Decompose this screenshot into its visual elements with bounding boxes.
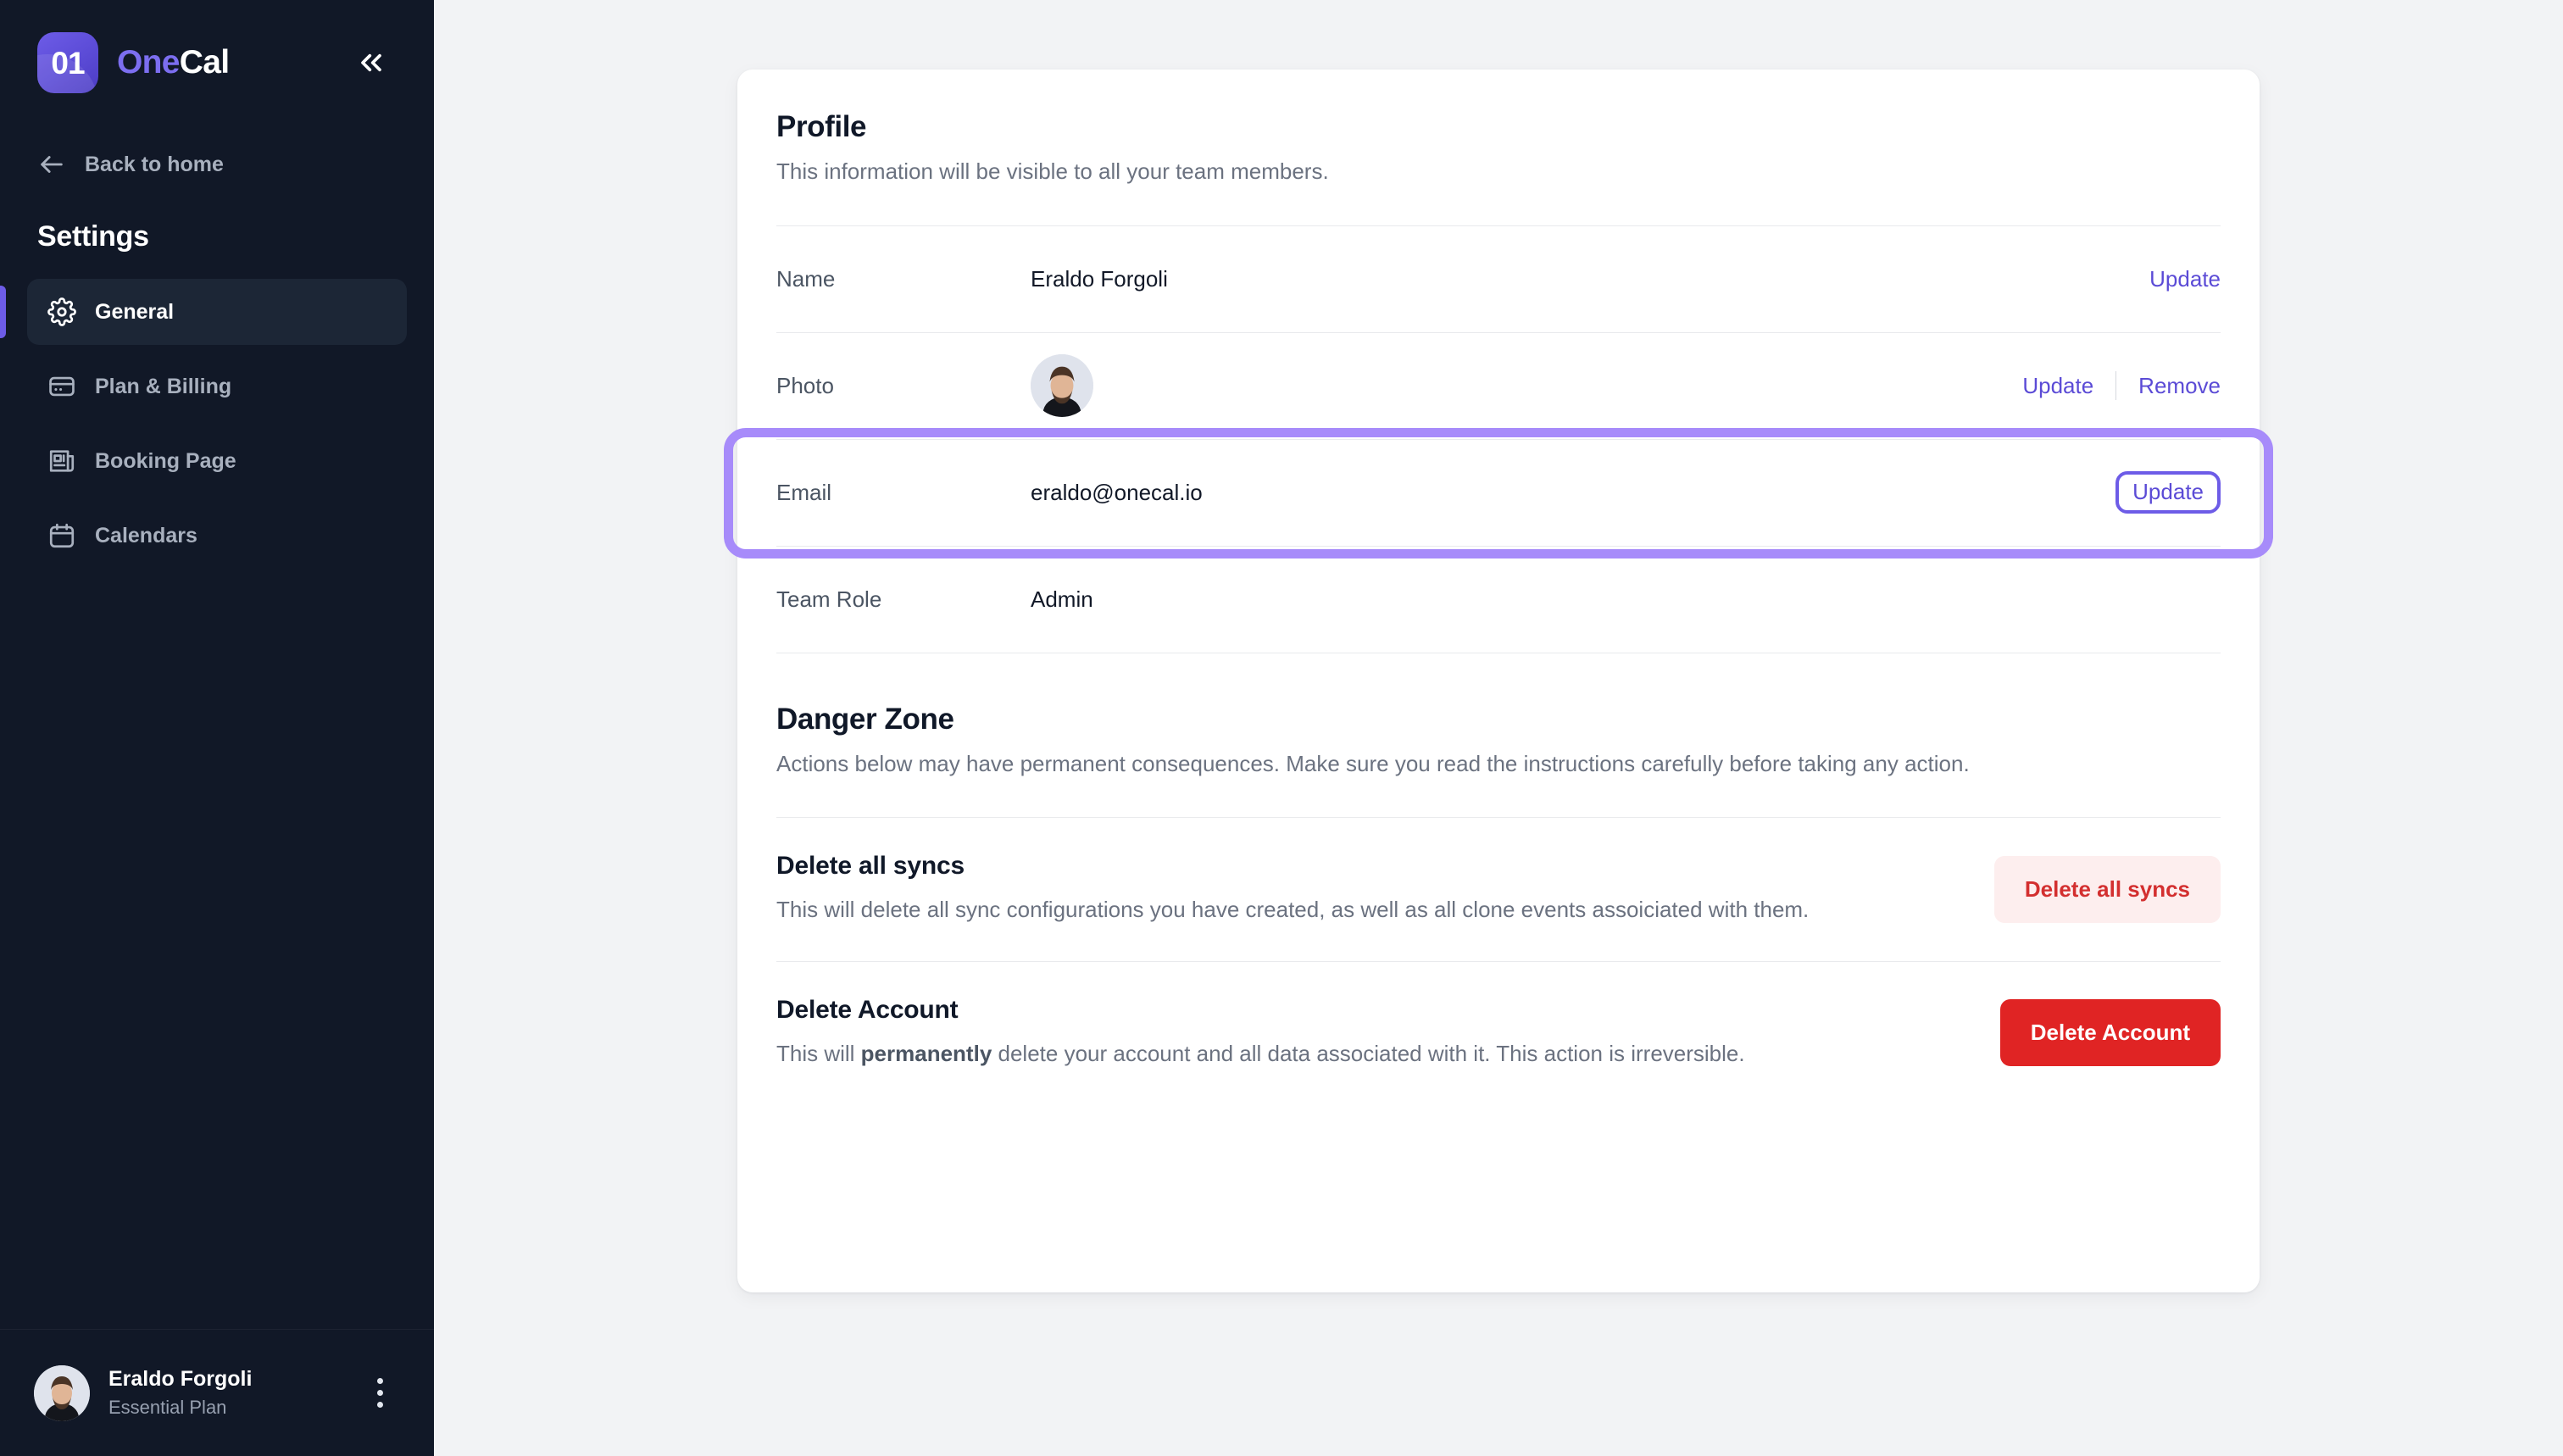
sidebar-collapse-button[interactable] — [346, 37, 397, 88]
delete-syncs-text: Delete all syncs This will delete all sy… — [776, 852, 1960, 926]
settings-nav: General Plan & Billing — [0, 279, 434, 569]
profile-row-name: Name Eraldo Forgoli Update — [776, 226, 2221, 333]
user-plan: Essential Plan — [108, 1397, 252, 1419]
sidebar-item-booking-page-label: Booking Page — [95, 449, 236, 474]
profile-section-header: Profile This information will be visible… — [776, 69, 2221, 188]
email-actions: Update — [2115, 471, 2221, 514]
onecal-logo-icon: 01 — [37, 32, 98, 93]
update-name-link[interactable]: Update — [2149, 266, 2221, 292]
kebab-dot — [377, 1378, 383, 1384]
remove-photo-link[interactable]: Remove — [2138, 373, 2221, 399]
profile-row-photo: Photo Update Remove — [776, 333, 2221, 440]
main-content: Profile This information will be visible… — [434, 0, 2563, 1456]
sidebar-item-booking-page[interactable]: Booking Page — [27, 428, 407, 494]
user-meta: Eraldo Forgoli Essential Plan — [108, 1367, 252, 1419]
settings-card: Profile This information will be visible… — [737, 69, 2260, 1292]
team-role-label: Team Role — [776, 586, 1031, 613]
sidebar-item-plan-billing-label: Plan & Billing — [95, 375, 231, 399]
delete-syncs-title: Delete all syncs — [776, 852, 1960, 881]
delete-account-desc-before: This will — [776, 1041, 861, 1066]
sidebar-item-general-label: General — [95, 300, 174, 325]
delete-account-desc-after: delete your account and all data associa… — [992, 1041, 1744, 1066]
back-to-home-label: Back to home — [85, 153, 224, 177]
brand-row: 01 OneCal — [0, 0, 434, 93]
sidebar-item-calendars-label: Calendars — [95, 524, 197, 548]
arrow-left-icon — [37, 150, 66, 179]
delete-all-syncs-button[interactable]: Delete all syncs — [1994, 856, 2221, 923]
danger-zone-header: Danger Zone Actions below may have perma… — [776, 653, 2221, 781]
newspaper-icon — [47, 447, 76, 475]
calendar-icon — [47, 521, 76, 550]
name-value: Eraldo Forgoli — [1031, 266, 2149, 292]
photo-label: Photo — [776, 373, 1031, 399]
back-to-home-link[interactable]: Back to home — [0, 134, 434, 195]
kebab-dot — [377, 1390, 383, 1396]
sidebar-spacer — [0, 569, 434, 1329]
card-icon — [47, 372, 76, 401]
danger-zone-subtitle: Actions below may have permanent consequ… — [776, 748, 2048, 781]
delete-account-desc-bold: permanently — [861, 1041, 992, 1066]
email-value: eraldo@onecal.io — [1031, 480, 2115, 506]
danger-row-delete-syncs: Delete all syncs This will delete all sy… — [776, 818, 2221, 961]
action-separator — [2115, 371, 2116, 400]
page-title: Profile — [776, 110, 2221, 144]
email-label: Email — [776, 480, 1031, 506]
sidebar-item-plan-billing[interactable]: Plan & Billing — [27, 353, 407, 420]
settings-heading: Settings — [0, 220, 434, 253]
gear-icon — [47, 297, 76, 326]
name-actions: Update — [2149, 266, 2221, 292]
sidebar-item-general[interactable]: General — [27, 279, 407, 345]
delete-account-desc: This will permanently delete your accoun… — [776, 1036, 1878, 1070]
logo-mark-text: 01 — [51, 47, 84, 79]
profile-avatar — [1031, 354, 1093, 417]
brand-name-cal: Cal — [180, 44, 230, 81]
brand-name-one: One — [117, 44, 180, 81]
sidebar-user-row[interactable]: Eraldo Forgoli Essential Plan — [0, 1329, 434, 1456]
danger-zone-title: Danger Zone — [776, 703, 2221, 736]
app-root: 01 OneCal Back to ho — [0, 0, 2563, 1456]
profile-row-team-role: Team Role Admin — [776, 547, 2221, 653]
name-label: Name — [776, 266, 1031, 292]
delete-account-text: Delete Account This will permanently del… — [776, 996, 1966, 1070]
delete-syncs-desc: This will delete all sync configurations… — [776, 892, 1878, 926]
team-role-value: Admin — [1031, 586, 2221, 613]
sidebar: 01 OneCal Back to ho — [0, 0, 434, 1456]
profile-subtitle: This information will be visible to all … — [776, 156, 2048, 188]
danger-row-delete-account: Delete Account This will permanently del… — [776, 962, 2221, 1104]
kebab-menu-icon[interactable] — [359, 1370, 400, 1417]
update-photo-link[interactable]: Update — [2022, 373, 2093, 399]
delete-account-title: Delete Account — [776, 996, 1966, 1025]
profile-row-email: Email eraldo@onecal.io Update — [776, 440, 2221, 547]
delete-account-button[interactable]: Delete Account — [2000, 999, 2221, 1066]
photo-value — [1031, 354, 2022, 417]
photo-actions: Update Remove — [2022, 371, 2221, 400]
user-name: Eraldo Forgoli — [108, 1367, 252, 1392]
update-email-link[interactable]: Update — [2115, 471, 2221, 514]
avatar — [34, 1365, 90, 1421]
chevron-double-left-icon — [354, 46, 388, 80]
brand-name: OneCal — [117, 44, 229, 81]
kebab-dot — [377, 1402, 383, 1408]
sidebar-item-calendars[interactable]: Calendars — [27, 503, 407, 569]
